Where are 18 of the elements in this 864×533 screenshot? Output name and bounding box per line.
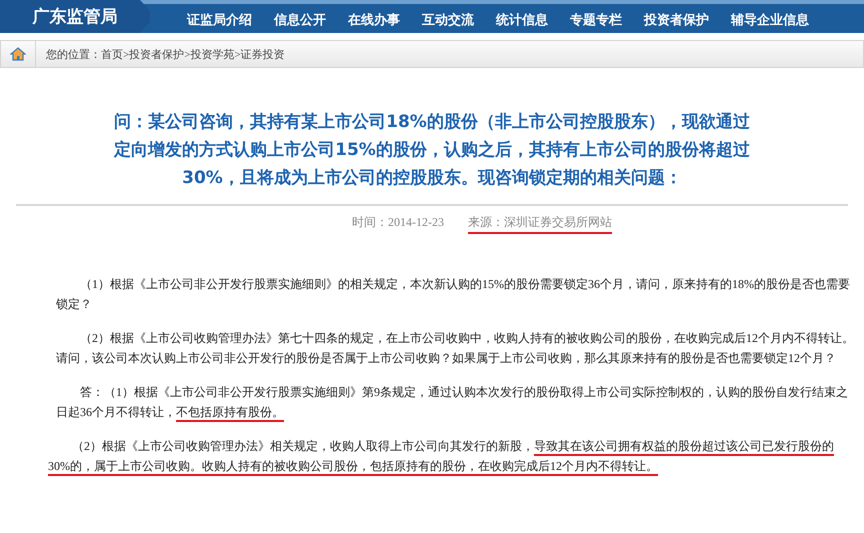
- site-logo[interactable]: 广东监管局: [0, 0, 150, 33]
- nav-link[interactable]: 在线办事: [337, 10, 411, 28]
- publish-time: 时间：2014-12-23: [352, 214, 444, 231]
- home-icon[interactable]: [10, 47, 26, 61]
- nav-link[interactable]: 证监局介绍: [176, 10, 263, 28]
- nav-link[interactable]: 统计信息: [485, 10, 559, 28]
- article-title: 问：某公司咨询，其持有某上市公司18%的股份（非上市公司控股股东），现欲通过定向增发的方式认购上市公司15%的股份，认购之后，其持有上市公司的股份将超过30%，且将成为上市公司的控股股东。现咨询锁定期的相关问题：: [112, 111, 751, 190]
- paragraph: （1）根据《上市公司非公开发行股票实施细则》的相关规定，本次新认购的15%的股份需要锁定36个月，请问，原来持有的18%的股份是否也需要锁定？: [56, 276, 851, 313]
- nav-link[interactable]: 互动交流: [411, 10, 485, 28]
- nav-link[interactable]: 投资者保护: [633, 10, 720, 28]
- nav-link[interactable]: 辅导企业信息: [720, 10, 820, 28]
- nav-link[interactable]: 专题专栏: [559, 10, 633, 28]
- paragraph: （2）根据《上市公司收购管理办法》相关规定，收购人取得上市公司向其发行的新股，导致其在该公司拥有权益的股份超过该公司已发行股份的30%的，属于上市公司收购。收购人持有的被收购公司股份，包括原持有的股份，在收购完成后12个月内不得转让。: [48, 436, 854, 476]
- paragraph: 答：（1）根据《上市公司非公开发行股票实施细则》第9条规定，通过认购本次发行的股份取得上市公司实际控制权的，认购的股份自发行结束之日起36个月不得转让，不包括原持有股份。: [56, 382, 854, 422]
- paragraph: （2）根据《上市公司收购管理办法》第七十四条的规定，在上市公司收购中，收购人持有的被收购公司的股份，在收购完成后12个月内不得转让。请问，该公司本次认购上市公司非公开发行的股份是否属于上市公司收购？如果属于上市公司收购，那么其原来持有的股份是否也需要锁定12个月？: [56, 330, 854, 367]
- nav-link[interactable]: 信息公开: [263, 10, 337, 28]
- breadcrumb-text: 您的位置：首页>投资者保护>投资学苑>证券投资: [45, 48, 285, 62]
- source-text: 来源：深圳证券交易所网站: [468, 214, 612, 234]
